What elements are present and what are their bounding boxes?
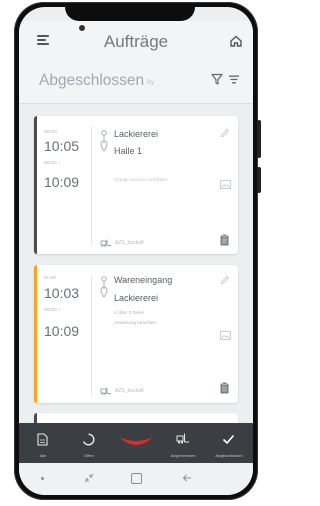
recent-apps-icon[interactable] — [84, 473, 94, 483]
route-icon — [100, 130, 108, 152]
phone-side-button — [257, 167, 261, 193]
end-time: 10:09 — [44, 174, 80, 190]
filter-icon[interactable] — [211, 73, 223, 85]
forklift-icon — [100, 387, 111, 395]
start-time: 10:05 — [44, 138, 80, 154]
nav-item-angenommen[interactable]: Angenommen — [161, 423, 205, 463]
phone-side-button — [257, 120, 261, 158]
page-title: Aufträge — [103, 32, 169, 51]
document-icon — [37, 433, 48, 446]
dropoff-location: Halle 1 — [114, 146, 143, 156]
dot-icon — [41, 477, 44, 480]
nav-item-center[interactable] — [114, 423, 158, 463]
sort-icon[interactable] — [229, 75, 239, 84]
nav-label: Alle — [39, 453, 47, 458]
home-icon[interactable] — [229, 34, 243, 48]
end-label: WG20 ✓ — [44, 160, 62, 165]
app-header: Aufträge — [19, 21, 253, 51]
order-note: 4 Über 2 Teilen — [114, 310, 145, 315]
nav-item-alle[interactable]: Alle — [21, 423, 65, 463]
order-card[interactable]: WG20 10:05 WG20 ✓ 10:09 Lackiererei Hall… — [34, 116, 238, 254]
image-icon[interactable] — [220, 180, 231, 189]
order-card[interactable]: M AW 10:03 WG20 ✓ 10:09 Wareneingang Lac… — [34, 265, 238, 403]
progress-circle-icon — [82, 433, 95, 446]
end-label: WG20 ✓ — [44, 307, 62, 312]
start-label: M AW — [44, 275, 56, 280]
filter-bar: Abgeschlossen By — [19, 51, 253, 104]
nav-label: Angenommen — [170, 453, 196, 458]
section-title: Abgeschlossen — [39, 72, 145, 89]
back-icon[interactable] — [182, 473, 192, 483]
phone-notch — [65, 7, 195, 21]
vehicle-name: AZS_truckx8 — [115, 240, 144, 246]
card-accent-bar — [34, 265, 37, 403]
vehicle-name: AZS_truckx8 — [115, 388, 144, 394]
edit-icon[interactable] — [220, 128, 230, 138]
brand-logo-icon — [119, 437, 153, 445]
clipboard-icon[interactable] — [220, 234, 229, 246]
start-label: WG20 — [44, 129, 57, 134]
screen: Aufträge Abgeschlossen By WG20 10:05 WG2… — [19, 7, 253, 495]
phone-frame: Aufträge Abgeschlossen By WG20 10:05 WG2… — [14, 2, 261, 500]
clipboard-icon[interactable] — [220, 382, 229, 394]
system-navigation-bar — [19, 463, 253, 495]
order-note: Charge absucht nachfüllen — [114, 177, 168, 182]
bottom-navigation: Alle Offen Angenommen Abgeschlossen — [19, 423, 253, 463]
nav-label: Abgeschlossen — [215, 453, 243, 458]
pickup-location: Wareneingang — [114, 275, 173, 285]
card-divider — [91, 126, 92, 246]
card-divider — [91, 275, 92, 395]
dropoff-location: Lackiererei — [114, 293, 159, 303]
route-icon — [100, 276, 108, 298]
end-time: 10:09 — [44, 323, 80, 339]
front-camera — [79, 25, 85, 31]
forklift-icon — [176, 433, 189, 444]
order-note: Anweisung beachten — [114, 320, 156, 325]
pickup-location: Lackiererei — [114, 129, 159, 139]
forklift-icon — [100, 239, 111, 247]
start-time: 10:03 — [44, 285, 80, 301]
nav-item-offen[interactable]: Offen — [67, 423, 111, 463]
image-icon[interactable] — [220, 331, 231, 340]
edit-icon[interactable] — [220, 275, 230, 285]
nav-label: Offen — [84, 453, 94, 458]
checkmark-icon — [222, 434, 235, 445]
nav-item-abgeschlossen[interactable]: Abgeschlossen — [207, 423, 251, 463]
card-accent-bar — [34, 116, 37, 254]
home-button-icon[interactable] — [131, 473, 142, 484]
section-hint: By — [147, 80, 155, 86]
